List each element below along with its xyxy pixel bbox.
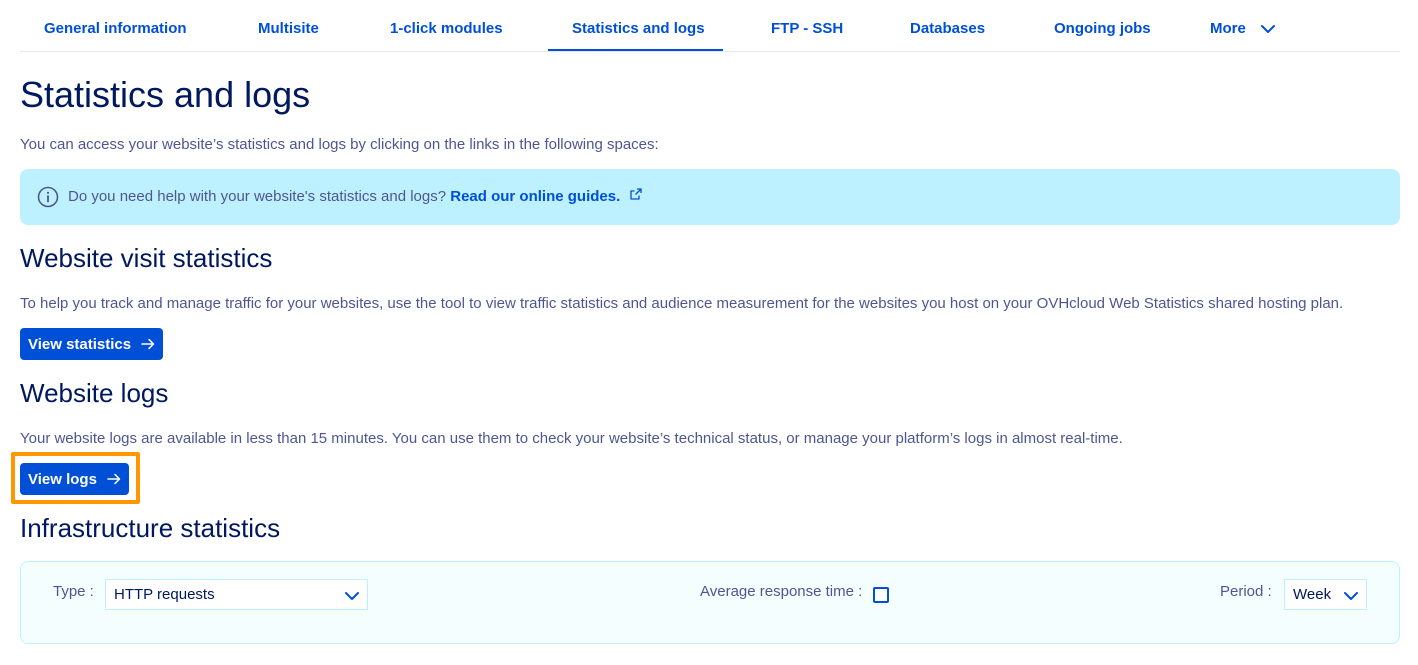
average-response-time-checkbox[interactable] (873, 587, 889, 603)
tab-more-wrap: More (1210, 20, 1276, 37)
period-select-value: Week (1293, 586, 1332, 603)
info-banner-text: Do you need help with your website's sta… (68, 188, 642, 205)
type-select-value: HTTP requests (114, 586, 215, 603)
tab-bar: General information Multisite 1-click mo… (20, 0, 1400, 52)
view-statistics-button[interactable]: View statistics (20, 328, 164, 360)
tab-statistics-and-logs[interactable]: Statistics and logs (548, 0, 723, 51)
infrastructure-filters-panel: Type : HTTP requests Average response ti… (20, 561, 1400, 644)
tab-more[interactable]: More (1186, 0, 1286, 52)
tab-ongoing-jobs[interactable]: Ongoing jobs (1030, 0, 1165, 52)
average-response-time-label: Average response time : (700, 583, 863, 600)
info-banner: Do you need help with your website's sta… (20, 169, 1400, 225)
website-logs-heading: Website logs (20, 378, 169, 408)
tab-multisite[interactable]: Multisite (234, 0, 344, 52)
tab-label: General information (44, 20, 187, 37)
tab-label: Ongoing jobs (1054, 20, 1151, 37)
chevron-down-icon (345, 592, 359, 600)
info-icon (37, 186, 59, 208)
view-logs-label: View logs (28, 470, 97, 488)
arrow-right-icon (141, 338, 155, 350)
chevron-down-icon (1344, 592, 1358, 600)
chevron-down-icon (1261, 25, 1276, 34)
type-label: Type : (53, 583, 94, 600)
type-select[interactable]: HTTP requests (105, 579, 368, 610)
tab-label: Statistics and logs (572, 20, 705, 37)
period-select[interactable]: Week (1284, 579, 1367, 610)
tab-general-information[interactable]: General information (20, 0, 210, 52)
view-logs-button[interactable]: View logs (20, 463, 129, 495)
tab-label: FTP - SSH (771, 20, 844, 37)
arrow-right-icon (107, 473, 121, 485)
infrastructure-statistics-heading: Infrastructure statistics (20, 513, 281, 543)
period-label: Period : (1220, 583, 1272, 600)
tab-label: More (1210, 20, 1246, 37)
tab-label: 1-click modules (390, 20, 503, 37)
online-guides-link[interactable]: Read our online guides. (450, 188, 620, 205)
tab-1-click-modules[interactable]: 1-click modules (366, 0, 526, 52)
visit-statistics-description: To help you track and manage traffic for… (20, 295, 1344, 312)
page-title: Statistics and logs (20, 74, 311, 115)
external-link-icon[interactable] (630, 188, 642, 200)
tab-ftp-ssh[interactable]: FTP - SSH (747, 0, 865, 52)
visit-statistics-heading: Website visit statistics (20, 243, 273, 273)
tab-databases[interactable]: Databases (886, 0, 1006, 52)
view-statistics-label: View statistics (28, 335, 132, 353)
tab-label: Multisite (258, 20, 319, 37)
tab-label: Databases (910, 20, 986, 37)
info-banner-message: Do you need help with your website's sta… (68, 188, 451, 205)
website-logs-description: Your website logs are available in less … (20, 430, 1123, 447)
page-intro: You can access your website’s statistics… (20, 136, 659, 153)
